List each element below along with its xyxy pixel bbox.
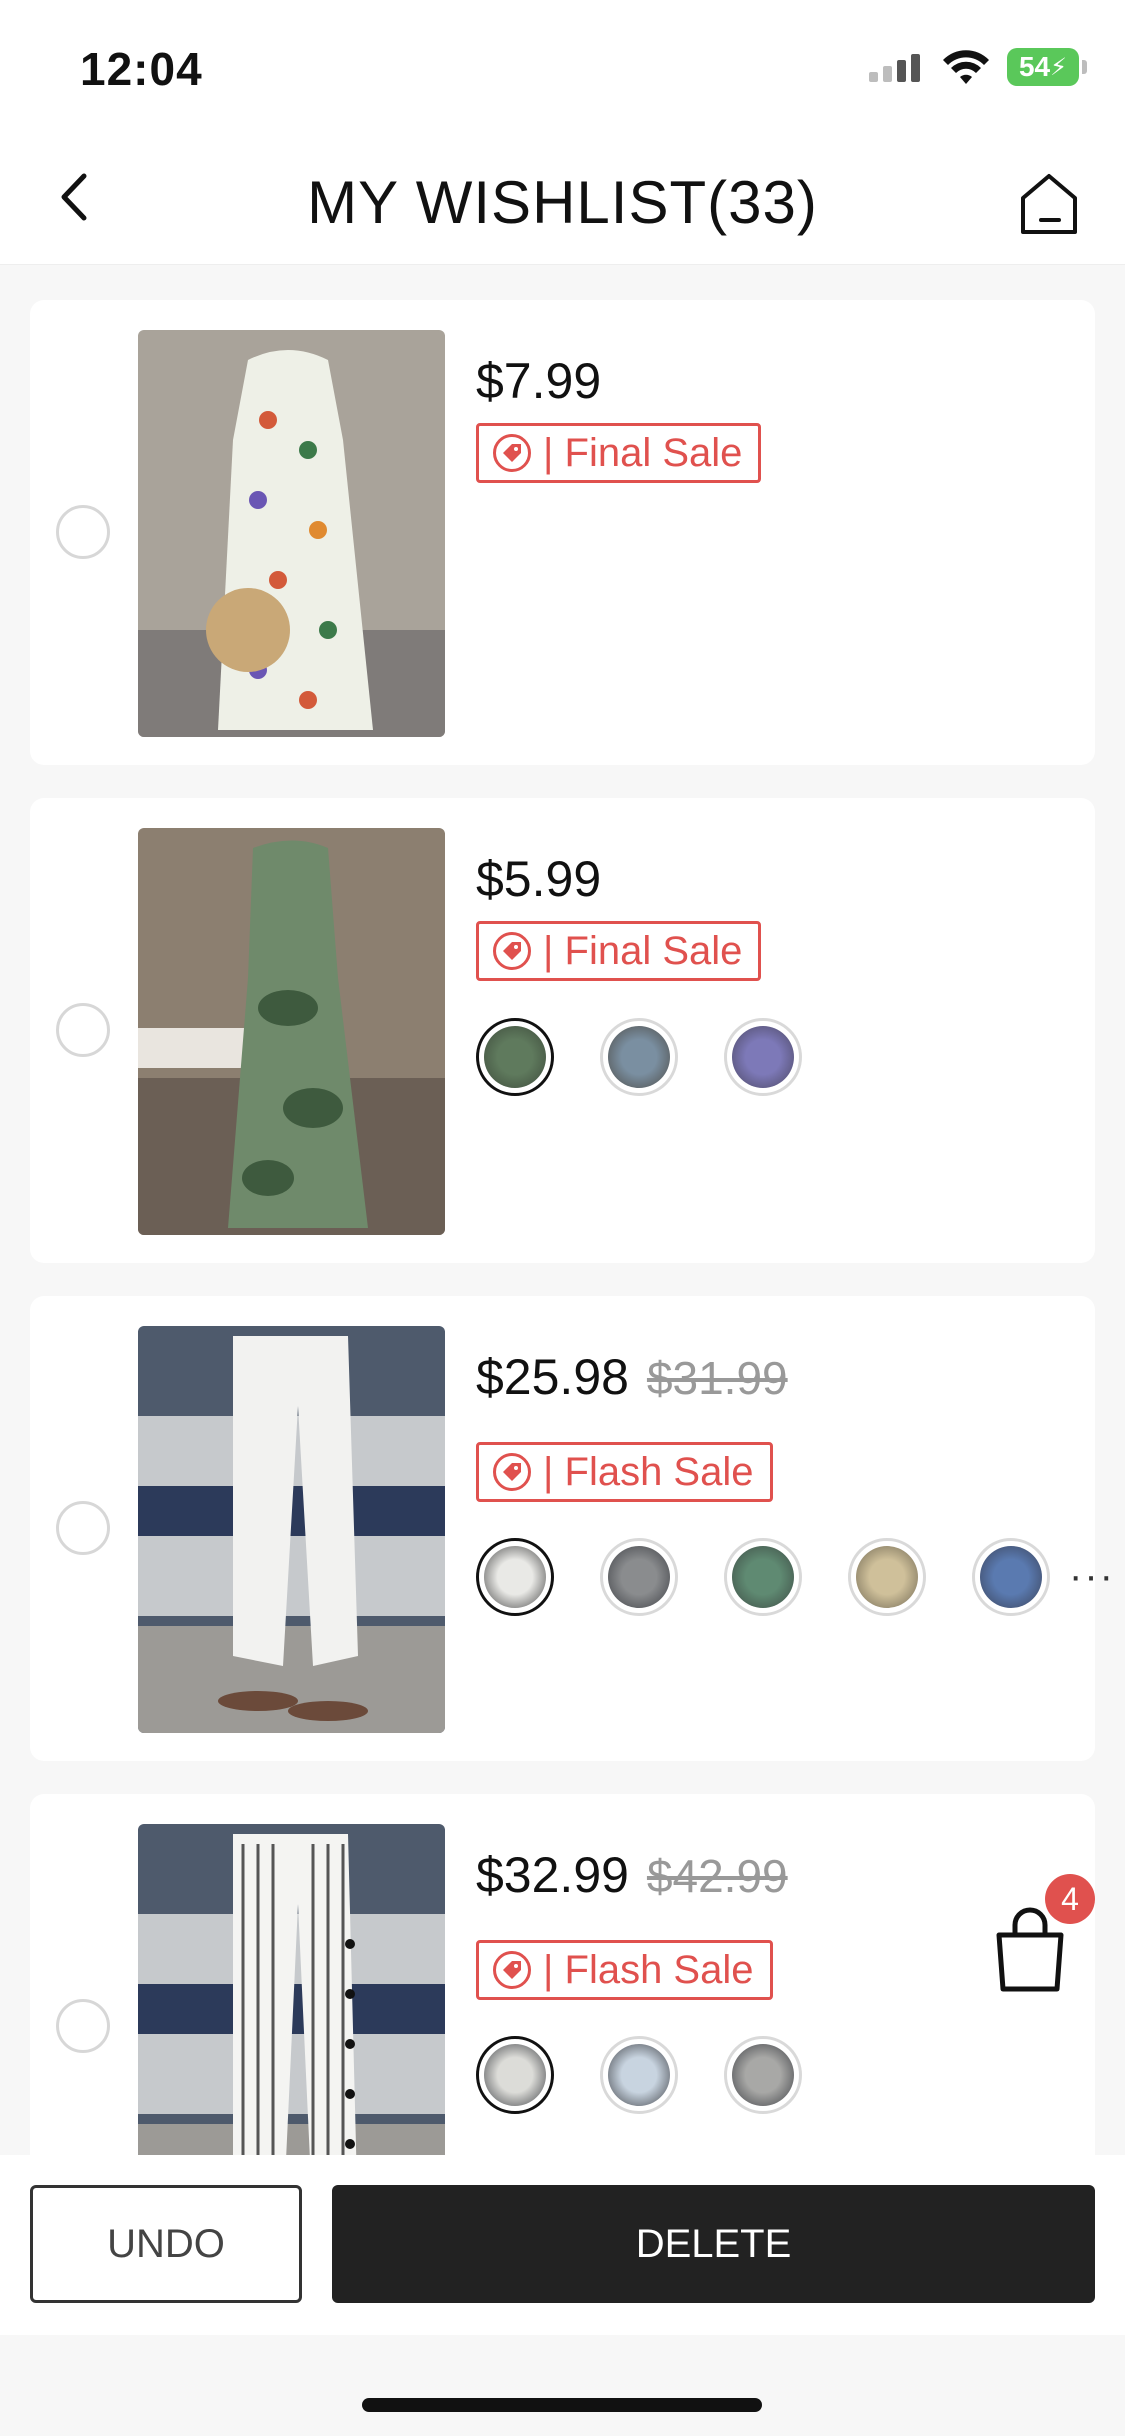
home-icon [1021, 174, 1077, 234]
color-swatches [476, 2036, 802, 2114]
home-indicator [362, 2398, 762, 2412]
select-checkbox[interactable] [56, 1999, 110, 2053]
color-swatch[interactable] [972, 1538, 1050, 1616]
sale-tag-label: | Flash Sale [543, 1947, 754, 1992]
price-row: $32.99 $42.99 [476, 1846, 788, 1904]
sale-tag-label: | Final Sale [543, 430, 743, 475]
battery-icon: 54 ⚡ [1007, 48, 1087, 86]
status-bar: 12:04 54 ⚡ [0, 0, 1125, 140]
price-row: $25.98 $31.99 [476, 1348, 788, 1406]
color-swatch[interactable] [848, 1538, 926, 1616]
sale-tag: | Flash Sale [476, 1940, 773, 2000]
color-swatch[interactable] [724, 1538, 802, 1616]
more-colors-icon[interactable]: ··· [1069, 1554, 1115, 1599]
page-title: MY WISHLIST(33) [307, 169, 818, 236]
sale-tag: | Flash Sale [476, 1442, 773, 1502]
color-swatch[interactable] [724, 1018, 802, 1096]
price-row: $7.99 [476, 352, 601, 410]
product-image[interactable] [138, 1824, 445, 2155]
product-image[interactable] [138, 330, 445, 737]
select-checkbox[interactable] [56, 505, 110, 559]
color-swatch[interactable] [600, 1018, 678, 1096]
wishlist-item[interactable]: $32.99 $42.99 | Flash Sale [30, 1794, 1095, 2155]
color-swatch[interactable] [600, 1538, 678, 1616]
product-image[interactable] [138, 828, 445, 1235]
sale-tag: | Final Sale [476, 921, 762, 981]
price: $5.99 [476, 851, 602, 907]
color-swatch[interactable] [476, 1538, 554, 1616]
status-icons: 54 ⚡ [869, 48, 1087, 86]
color-swatches [476, 1018, 802, 1096]
color-swatches [476, 1538, 1050, 1616]
sale-tag-label: | Final Sale [543, 928, 743, 973]
wishlist-item[interactable]: $5.99 | Final Sale [30, 798, 1095, 1263]
wishlist-item[interactable]: $25.98 $31.99 | Flash Sale ··· [30, 1296, 1113, 1761]
color-swatch[interactable] [724, 2036, 802, 2114]
undo-button[interactable]: UNDO [30, 2185, 302, 2303]
color-swatch[interactable] [600, 2036, 678, 2114]
sale-tag: | Final Sale [476, 423, 762, 483]
tag-icon [493, 1951, 531, 1989]
signal-icon [869, 54, 920, 82]
wishlist-item[interactable]: $7.99 | Final Sale [30, 300, 1095, 765]
select-checkbox[interactable] [56, 1003, 110, 1057]
battery-level: 54 [1018, 51, 1051, 82]
original-price: $31.99 [646, 1352, 788, 1404]
charging-bolt-icon: ⚡ [1050, 53, 1067, 81]
price: $7.99 [476, 353, 602, 409]
wifi-icon [943, 50, 989, 84]
price: $32.99 [476, 1847, 629, 1903]
nav-bar: MY WISHLIST(33) [0, 140, 1125, 265]
tag-icon [493, 1453, 531, 1491]
bottom-action-bar: UNDO DELETE [0, 2155, 1125, 2335]
select-checkbox[interactable] [56, 1501, 110, 1555]
tag-icon [493, 434, 531, 472]
cart-badge: 4 [1045, 1874, 1095, 1924]
price-row: $5.99 [476, 850, 601, 908]
home-button[interactable] [1009, 162, 1089, 242]
color-swatch[interactable] [476, 2036, 554, 2114]
color-swatch[interactable] [476, 1018, 554, 1096]
original-price: $42.99 [646, 1850, 788, 1902]
status-time: 12:04 [80, 43, 203, 95]
delete-button[interactable]: DELETE [332, 2185, 1095, 2303]
wishlist-list[interactable]: $7.99 | Final Sale $5.99 | Final Sale $2… [0, 265, 1125, 2155]
sale-tag-label: | Flash Sale [543, 1449, 754, 1494]
product-image[interactable] [138, 1326, 445, 1733]
price: $25.98 [476, 1349, 629, 1405]
tag-icon [493, 932, 531, 970]
